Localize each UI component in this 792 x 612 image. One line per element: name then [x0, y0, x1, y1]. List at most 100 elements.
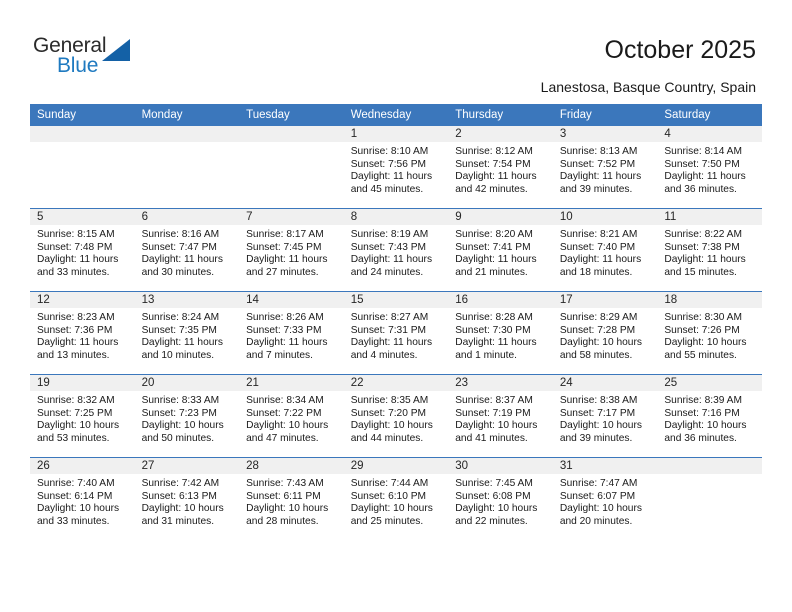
day-details: Sunrise: 8:37 AM Sunset: 7:19 PM Daylight:… — [448, 391, 553, 445]
daylight-text-cont: and 30 minutes. — [141, 266, 215, 278]
brand-logo[interactable]: General Blue — [33, 34, 143, 82]
calendar-day-cell[interactable]: 26 Sunrise: 7:40 AM Sunset: 6:14 PM Dayligh… — [30, 457, 135, 540]
day-number: 31 — [552, 458, 658, 474]
daylight-text: Daylight: 11 hours — [246, 254, 328, 266]
calendar-day-cell-empty — [30, 126, 135, 209]
day-details: Sunrise: 8:32 AM Sunset: 7:25 PM Daylight:… — [30, 391, 135, 445]
calendar-day-cell[interactable]: 28 Sunrise: 7:43 AM Sunset: 6:11 PM Dayligh… — [239, 457, 344, 540]
daylight-text-cont: and 36 minutes. — [664, 183, 737, 195]
calendar-day-cell[interactable]: 29 Sunrise: 7:44 AM Sunset: 6:10 PM Dayligh… — [343, 457, 449, 540]
daylight-text: Daylight: 11 hours — [559, 254, 642, 266]
calendar-body: 1 Sunrise: 8:10 AM Sunset: 7:56 PM Daylight… — [30, 126, 762, 540]
day-details: Sunrise: 8:23 AM Sunset: 7:36 PM Daylight:… — [30, 308, 135, 362]
daylight-text-cont: and 33 minutes. — [37, 266, 110, 278]
daylight-text-cont: and 22 minutes. — [455, 515, 528, 527]
calendar-day-cell[interactable]: 15 Sunrise: 8:27 AM Sunset: 7:31 PM Dayligh… — [343, 291, 449, 375]
daylight-text-cont: and 45 minutes. — [350, 183, 424, 195]
calendar-day-cell[interactable]: 8 Sunrise: 8:19 AM Sunset: 7:43 PM Daylight… — [343, 208, 449, 292]
sunset-text: Sunset: 7:56 PM — [350, 158, 427, 170]
day-number: 20 — [134, 375, 240, 391]
calendar-day-cell-empty — [134, 126, 240, 209]
calendar-day-cell[interactable]: 17 Sunrise: 8:29 AM Sunset: 7:28 PM Dayligh… — [552, 291, 658, 375]
sunrise-text: Sunrise: 8:10 AM — [350, 146, 429, 157]
calendar-day-cell[interactable]: 25 Sunrise: 8:39 AM Sunset: 7:16 PM Dayligh… — [657, 374, 762, 458]
calendar-day-cell[interactable]: 19 Sunrise: 8:32 AM Sunset: 7:25 PM Dayligh… — [30, 374, 135, 458]
calendar-day-cell[interactable]: 11 Sunrise: 8:22 AM Sunset: 7:38 PM Dayligh… — [657, 208, 762, 292]
sunrise-text: Sunrise: 8:27 AM — [350, 312, 429, 323]
day-details: Sunrise: 7:44 AM Sunset: 6:10 PM Daylight:… — [344, 474, 449, 528]
calendar-day-cell[interactable]: 14 Sunrise: 8:26 AM Sunset: 7:33 PM Dayligh… — [239, 291, 344, 375]
daylight-text: Daylight: 11 hours — [141, 337, 223, 349]
weekday-header-tuesday: Tuesday — [239, 104, 344, 126]
daylight-text: Daylight: 10 hours — [455, 503, 538, 515]
daylight-text-cont: and 13 minutes. — [37, 349, 110, 361]
sunset-text: Sunset: 7:31 PM — [350, 324, 427, 336]
calendar-day-cell[interactable]: 5 Sunrise: 8:15 AM Sunset: 7:48 PM Daylight… — [30, 208, 135, 292]
day-number: 22 — [343, 375, 449, 391]
day-details: Sunrise: 8:28 AM Sunset: 7:30 PM Daylight:… — [448, 308, 553, 362]
sunset-text: Sunset: 7:43 PM — [350, 241, 427, 253]
sunrise-text: Sunrise: 8:13 AM — [559, 146, 638, 157]
calendar-week-row: 19 Sunrise: 8:32 AM Sunset: 7:25 PM Dayligh… — [30, 374, 762, 458]
sunset-text: Sunset: 7:25 PM — [37, 407, 113, 419]
calendar-day-cell[interactable]: 24 Sunrise: 8:38 AM Sunset: 7:17 PM Dayligh… — [552, 374, 658, 458]
sunrise-text: Sunrise: 8:20 AM — [455, 229, 533, 240]
day-details: Sunrise: 8:14 AM Sunset: 7:50 PM Daylight:… — [657, 142, 762, 196]
day-number: 19 — [30, 375, 135, 391]
sunrise-text: Sunrise: 8:33 AM — [141, 395, 220, 406]
sunrise-text: Sunrise: 8:15 AM — [37, 229, 115, 240]
sunrise-text: Sunrise: 8:37 AM — [455, 395, 533, 406]
day-number: 27 — [134, 458, 240, 474]
calendar-day-cell[interactable]: 13 Sunrise: 8:24 AM Sunset: 7:35 PM Dayligh… — [134, 291, 240, 375]
calendar-day-cell[interactable]: 3 Sunrise: 8:13 AM Sunset: 7:52 PM Daylight… — [552, 126, 658, 209]
sunset-text: Sunset: 6:13 PM — [141, 490, 217, 502]
daylight-text-cont: and 7 minutes. — [246, 349, 313, 361]
calendar-day-cell[interactable]: 30 Sunrise: 7:45 AM Sunset: 6:08 PM Dayligh… — [448, 457, 553, 540]
calendar-day-cell[interactable]: 6 Sunrise: 8:16 AM Sunset: 7:47 PM Daylight… — [134, 208, 240, 292]
day-number: 17 — [552, 292, 658, 308]
daylight-text: Daylight: 11 hours — [350, 254, 433, 266]
day-number: 11 — [657, 209, 762, 225]
day-number: 16 — [448, 292, 553, 308]
calendar-day-cell[interactable]: 2 Sunrise: 8:12 AM Sunset: 7:54 PM Daylight… — [448, 126, 553, 209]
sunrise-text: Sunrise: 7:40 AM — [37, 478, 115, 489]
calendar-grid: Sunday Monday Tuesday Wednesday Thursday… — [30, 104, 762, 540]
calendar-day-cell[interactable]: 31 Sunrise: 7:47 AM Sunset: 6:07 PM Dayligh… — [552, 457, 658, 540]
daylight-text: Daylight: 11 hours — [559, 171, 642, 183]
daylight-text-cont: and 20 minutes. — [559, 515, 633, 527]
sunrise-text: Sunrise: 7:43 AM — [246, 478, 324, 489]
day-details: Sunrise: 8:13 AM Sunset: 7:52 PM Daylight:… — [553, 142, 658, 196]
weekday-header-row: Sunday Monday Tuesday Wednesday Thursday… — [30, 104, 762, 126]
daylight-text: Daylight: 10 hours — [559, 503, 642, 515]
daylight-text-cont: and 15 minutes. — [664, 266, 737, 278]
weekday-header-thursday: Thursday — [448, 104, 553, 126]
weekday-header-wednesday: Wednesday — [343, 104, 449, 126]
calendar-day-cell[interactable]: 4 Sunrise: 8:14 AM Sunset: 7:50 PM Daylight… — [657, 126, 762, 209]
daylight-text-cont: and 50 minutes. — [141, 432, 215, 444]
day-number: 4 — [657, 126, 762, 142]
day-number: 21 — [239, 375, 344, 391]
calendar-day-cell[interactable]: 9 Sunrise: 8:20 AM Sunset: 7:41 PM Daylight… — [448, 208, 553, 292]
brand-name-blue: Blue — [57, 54, 99, 77]
daylight-text: Daylight: 11 hours — [350, 171, 433, 183]
calendar-day-cell[interactable]: 1 Sunrise: 8:10 AM Sunset: 7:56 PM Daylight… — [343, 126, 449, 209]
day-details: Sunrise: 8:16 AM Sunset: 7:47 PM Daylight:… — [135, 225, 240, 279]
day-number: 26 — [30, 458, 135, 474]
calendar-day-cell[interactable]: 7 Sunrise: 8:17 AM Sunset: 7:45 PM Daylight… — [239, 208, 344, 292]
day-details: Sunrise: 8:29 AM Sunset: 7:28 PM Daylight:… — [553, 308, 658, 362]
sunset-text: Sunset: 6:10 PM — [350, 490, 427, 502]
calendar-day-cell[interactable]: 27 Sunrise: 7:42 AM Sunset: 6:13 PM Dayligh… — [134, 457, 240, 540]
day-details: Sunrise: 8:12 AM Sunset: 7:54 PM Daylight:… — [448, 142, 553, 196]
calendar-day-cell[interactable]: 23 Sunrise: 8:37 AM Sunset: 7:19 PM Dayligh… — [448, 374, 553, 458]
calendar-day-cell[interactable]: 18 Sunrise: 8:30 AM Sunset: 7:26 PM Dayligh… — [657, 291, 762, 375]
day-number: 1 — [343, 126, 449, 142]
calendar-day-cell[interactable]: 20 Sunrise: 8:33 AM Sunset: 7:23 PM Dayligh… — [134, 374, 240, 458]
weekday-header-sunday: Sunday — [30, 104, 135, 126]
day-details: Sunrise: 8:27 AM Sunset: 7:31 PM Daylight:… — [344, 308, 449, 362]
daylight-text-cont: and 33 minutes. — [37, 515, 110, 527]
calendar-day-cell[interactable]: 16 Sunrise: 8:28 AM Sunset: 7:30 PM Dayligh… — [448, 291, 553, 375]
calendar-day-cell[interactable]: 12 Sunrise: 8:23 AM Sunset: 7:36 PM Dayligh… — [30, 291, 135, 375]
calendar-day-cell[interactable]: 21 Sunrise: 8:34 AM Sunset: 7:22 PM Dayligh… — [239, 374, 344, 458]
calendar-day-cell[interactable]: 10 Sunrise: 8:21 AM Sunset: 7:40 PM Dayligh… — [552, 208, 658, 292]
calendar-day-cell[interactable]: 22 Sunrise: 8:35 AM Sunset: 7:20 PM Dayligh… — [343, 374, 449, 458]
